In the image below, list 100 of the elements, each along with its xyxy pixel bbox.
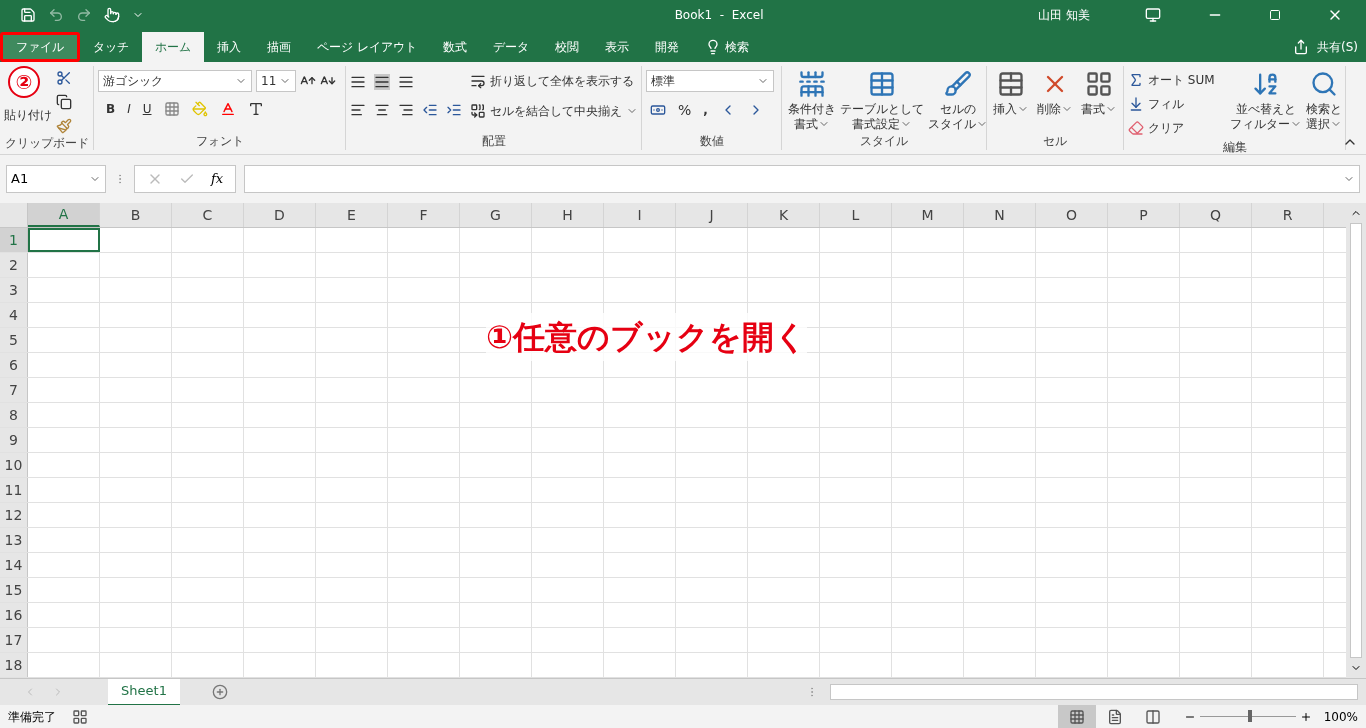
ribbon-tab[interactable]: 校閲 [541,31,592,62]
column-header[interactable]: F [388,203,460,227]
formula-input[interactable] [244,164,1360,193]
group-label: スタイル [860,132,908,150]
ribbon-button[interactable]: テーブルとして 書式設定 [838,65,926,132]
selected-cell[interactable] [28,228,100,252]
row-header[interactable]: 10 [0,453,28,477]
row-header[interactable]: 14 [0,553,28,577]
insert-function-label[interactable]: fx [211,169,224,189]
save-icon[interactable] [20,7,36,24]
cut-icon[interactable] [56,69,72,86]
group-label: フォント [195,132,244,150]
row-header[interactable]: 2 [0,253,28,277]
format-painter-icon[interactable] [56,117,72,134]
merge-center-button[interactable]: セルを結合して中央揃え [470,99,638,122]
row-header[interactable]: 11 [0,478,28,502]
column-header[interactable]: J [676,203,748,227]
row-header[interactable]: 15 [0,578,28,602]
row-header[interactable]: 13 [0,528,28,552]
row-header[interactable]: 1 [0,228,28,252]
zoom-slider-thumb[interactable] [1247,710,1252,722]
share-button[interactable]: 共有(S) [1285,31,1366,62]
ribbon-button[interactable]: 並べ替えと フィルター [1228,65,1304,138]
ribbon-tab[interactable]: 開発 [641,31,692,62]
add-sheet-icon[interactable] [212,684,228,700]
row-header[interactable]: 6 [0,353,28,377]
ribbon-tab[interactable]: データ [479,31,542,62]
row-header[interactable]: 3 [0,278,28,302]
font-name-field[interactable]: 游ゴシック [98,69,252,92]
row-header[interactable]: 8 [0,403,28,427]
column-header[interactable]: P [1108,203,1180,227]
editing-button[interactable]: オート SUM [1128,69,1228,90]
ribbon-display-icon[interactable] [1145,7,1161,24]
font-size-field[interactable]: 11 [256,69,296,92]
ribbon-tab[interactable]: ファイル [0,31,80,62]
number-format-field[interactable]: 標準 [646,69,774,92]
phonetic-icon[interactable] [247,100,264,117]
vertical-scrollbar[interactable] [1346,203,1366,678]
ribbon-button[interactable]: 条件付き 書式 [786,65,838,132]
ribbon-tab[interactable]: 表示 [591,31,642,62]
row-header[interactable]: 18 [0,653,28,677]
column-header[interactable]: G [460,203,532,227]
ribbon-tab[interactable]: ページ レイアウト [304,31,430,62]
italic-button[interactable]: I [127,99,131,118]
row-header[interactable]: 9 [0,428,28,452]
bold-button[interactable]: B [106,99,116,118]
ribbon-button[interactable]: 書式 [1079,65,1119,132]
touch-mode-icon[interactable] [104,7,120,24]
sheet-tab[interactable]: Sheet1 [108,678,180,706]
column-header[interactable]: M [892,203,964,227]
percent-button[interactable]: % [678,99,692,121]
column-header[interactable]: R [1252,203,1324,227]
view-icon [1068,708,1085,725]
row-header[interactable]: 12 [0,503,28,527]
column-header[interactable]: O [1036,203,1108,227]
column-header[interactable]: E [316,203,388,227]
column-header[interactable]: K [748,203,820,227]
fill-color-icon[interactable] [191,100,208,117]
ribbon-button[interactable]: セルの スタイル [926,65,990,132]
underline-button[interactable]: U [142,99,152,118]
horizontal-scrollbar[interactable] [830,684,1358,700]
column-header[interactable]: N [964,203,1036,227]
view-button[interactable] [1057,705,1096,728]
ribbon-tab[interactable]: 挿入 [204,31,254,62]
ribbon-button[interactable]: 検索と 選択 [1304,65,1344,138]
comma-button[interactable]: , [703,101,708,120]
ribbon-tab[interactable]: タッチ [80,31,142,62]
column-header[interactable]: L [820,203,892,227]
font-color-icon[interactable] [219,100,236,117]
column-header[interactable]: Q [1180,203,1252,227]
search-tab[interactable]: 検索 [691,31,762,62]
group-label: クリップボード [4,134,89,152]
borders-icon[interactable] [163,100,180,117]
ribbon-tab[interactable]: 描画 [254,31,304,62]
row-header[interactable]: 16 [0,603,28,627]
middle-align-icon[interactable] [374,73,390,90]
ribbon-button[interactable]: 挿入 [991,65,1031,132]
column-header[interactable]: D [244,203,316,227]
row-header[interactable]: 4 [0,303,28,327]
editing-button[interactable]: フィル [1128,93,1228,114]
row-header[interactable]: 7 [0,378,28,402]
ribbon-button[interactable]: 削除 [1035,65,1075,132]
row-header[interactable]: 5 [0,328,28,352]
column-header[interactable]: I [604,203,676,227]
row-header[interactable]: 17 [0,628,28,652]
column-header[interactable]: H [532,203,604,227]
ribbon-tab[interactable]: 数式 [429,31,480,62]
ribbon-tab[interactable]: ホーム [142,31,204,62]
name-box[interactable]: A1 [6,164,106,193]
column-header[interactable]: C [172,203,244,227]
copy-icon[interactable] [56,93,72,110]
group-label: 配置 [481,132,506,150]
restore-icon[interactable] [1269,9,1281,22]
zoom-in-icon[interactable] [1299,710,1312,723]
wrap-text-button[interactable]: 折り返して全体を表示する [470,69,638,92]
column-header[interactable]: A [28,203,100,227]
column-header[interactable]: B [100,203,172,227]
user-name: 山田 知美 [1038,7,1090,25]
paste-button[interactable]: 貼り付け [4,105,52,124]
editing-button[interactable]: クリア [1128,117,1228,138]
